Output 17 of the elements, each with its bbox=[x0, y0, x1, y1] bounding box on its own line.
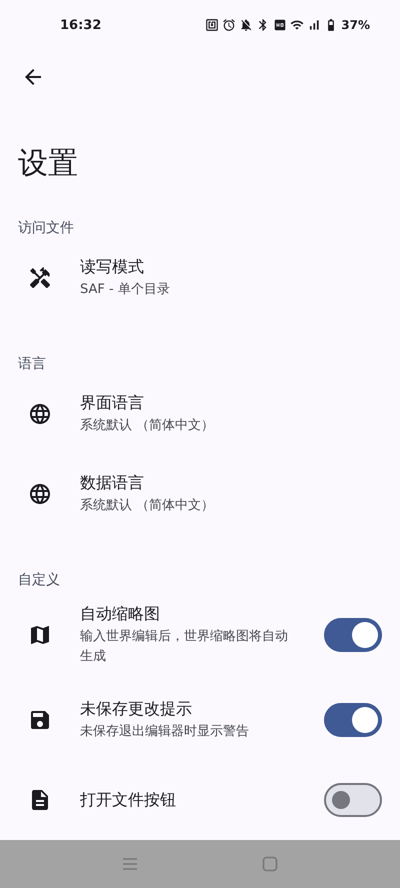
setting-title[interactable]: 读写模式 bbox=[80, 256, 382, 278]
battery-percent: 37% bbox=[341, 18, 370, 32]
page-title: 设置 bbox=[18, 146, 79, 182]
setting-description: 输入世界编辑后，世界缩略图将自动生成 bbox=[80, 628, 289, 666]
section-header: 语言 bbox=[18, 355, 47, 374]
section-header: 自定义 bbox=[18, 571, 61, 590]
status-time: 16:32 bbox=[60, 18, 102, 32]
setting-title[interactable]: 数据语言 bbox=[80, 472, 382, 494]
section-header: 访问文件 bbox=[18, 219, 75, 238]
setting-description: SAF - 单个目录 bbox=[80, 281, 171, 299]
setting-title[interactable]: 界面语言 bbox=[80, 392, 382, 414]
setting-title[interactable]: 打开文件按钮 bbox=[80, 789, 312, 811]
setting-title[interactable]: 自动缩略图 bbox=[80, 603, 312, 625]
setting-description: 系统默认 （简体中文） bbox=[80, 417, 216, 435]
setting-description: 系统默认 （简体中文） bbox=[80, 497, 216, 515]
setting-title[interactable]: 未保存更改提示 bbox=[80, 698, 312, 720]
setting-description: 未保存退出编辑器时显示警告 bbox=[80, 723, 250, 741]
